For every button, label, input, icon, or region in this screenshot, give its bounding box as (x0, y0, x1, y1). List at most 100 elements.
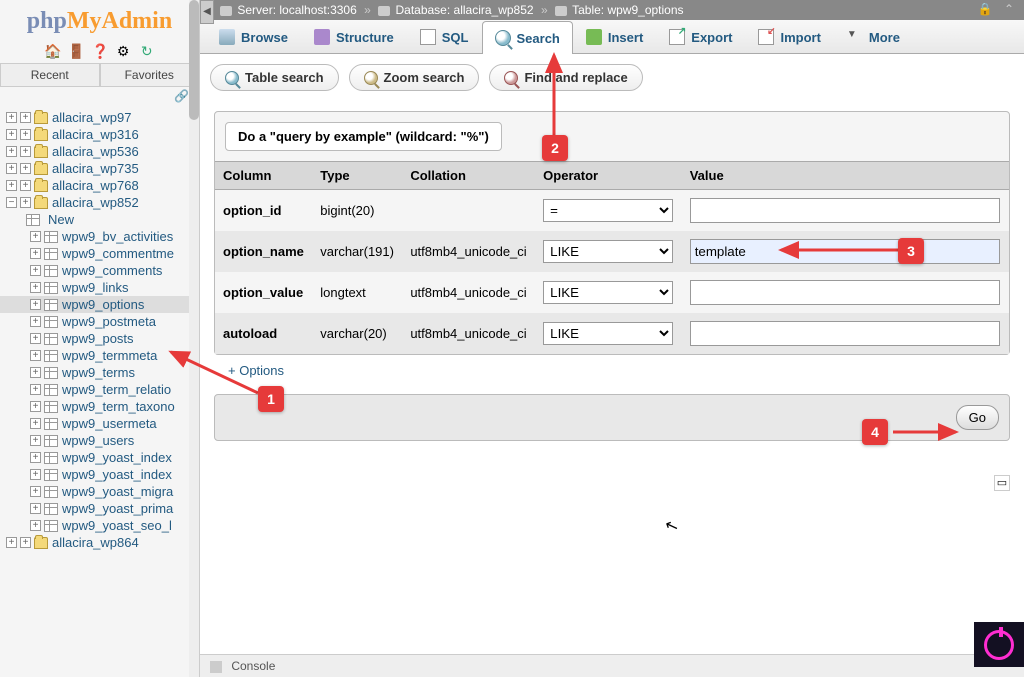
secondary-expand-icon[interactable]: + (20, 146, 31, 157)
expand-icon[interactable]: + (30, 418, 41, 429)
options-toggle[interactable]: + Options (214, 355, 1010, 386)
operator-select[interactable]: = (543, 199, 673, 222)
expand-icon[interactable]: + (30, 333, 41, 344)
table-node-wpw9_users[interactable]: +wpw9_users (0, 432, 199, 449)
table-node-wpw9_bv_activities[interactable]: +wpw9_bv_activities (0, 228, 199, 245)
new-table-link[interactable]: New (0, 211, 199, 228)
expand-icon[interactable]: + (30, 486, 41, 497)
table-node-wpw9_terms[interactable]: +wpw9_terms (0, 364, 199, 381)
secondary-expand-icon[interactable]: + (20, 163, 31, 174)
operator-select[interactable]: LIKE (543, 322, 673, 345)
db-node-allacira_wp536[interactable]: ++allacira_wp536 (0, 143, 199, 160)
subtab-table-search[interactable]: Table search (210, 64, 339, 91)
tab-sql[interactable]: SQL (407, 20, 482, 53)
table-node-wpw9_yoast_seo_l[interactable]: +wpw9_yoast_seo_l (0, 517, 199, 534)
home-icon[interactable]: 🏠 (44, 43, 60, 59)
console-collapse-icon[interactable] (210, 661, 222, 673)
expand-icon[interactable]: + (30, 452, 41, 463)
expand-icon[interactable]: + (30, 384, 41, 395)
db-node-allacira_wp852[interactable]: −+allacira_wp852 (0, 194, 199, 211)
collapse-top-icon[interactable]: ⌃ (1004, 2, 1014, 16)
tab-export[interactable]: Export (656, 20, 745, 53)
table-node-wpw9_postmeta[interactable]: +wpw9_postmeta (0, 313, 199, 330)
expand-icon[interactable]: + (6, 163, 17, 174)
expand-icon[interactable]: + (30, 401, 41, 412)
expand-icon[interactable]: + (30, 350, 41, 361)
settings-icon[interactable]: ⚙ (115, 43, 131, 59)
expand-icon[interactable]: + (30, 248, 41, 259)
expand-icon[interactable]: + (30, 435, 41, 446)
secondary-expand-icon[interactable]: + (20, 112, 31, 123)
table-node-wpw9_comments[interactable]: +wpw9_comments (0, 262, 199, 279)
expand-icon[interactable]: + (6, 112, 17, 123)
expand-icon[interactable]: + (6, 146, 17, 157)
db-node-allacira_wp316[interactable]: ++ allacira_wp316 (0, 126, 199, 143)
value-input[interactable] (690, 280, 1000, 305)
nav-scrollbar[interactable] (189, 0, 199, 677)
expand-icon[interactable]: + (30, 231, 41, 242)
expand-icon[interactable]: + (30, 282, 41, 293)
tab-search[interactable]: Search (482, 21, 573, 54)
table-node-wpw9_term_taxono[interactable]: +wpw9_term_taxono (0, 398, 199, 415)
tab-import[interactable]: Import (745, 20, 833, 53)
docs-icon[interactable]: ❓ (92, 43, 108, 59)
link-icon[interactable]: 🔗 (0, 87, 199, 105)
panel-collapse-handle[interactable]: ◀ (200, 0, 214, 24)
subtab-zoom-search[interactable]: Zoom search (349, 64, 480, 91)
bc-server[interactable]: localhost:3306 (279, 3, 356, 17)
value-input[interactable] (690, 239, 1000, 264)
reload-icon[interactable]: ↻ (139, 43, 155, 59)
expand-icon[interactable]: + (30, 503, 41, 514)
table-node-wpw9_term_relatio[interactable]: +wpw9_term_relatio (0, 381, 199, 398)
bc-table[interactable]: wpw9_options (607, 3, 683, 17)
table-node-wpw9_usermeta[interactable]: +wpw9_usermeta (0, 415, 199, 432)
tab-favorites[interactable]: Favorites (100, 63, 200, 86)
table-node-wpw9_yoast_index[interactable]: +wpw9_yoast_index (0, 449, 199, 466)
expand-icon[interactable]: + (30, 299, 41, 310)
db-label: allacira_wp316 (52, 127, 139, 142)
table-node-wpw9_links[interactable]: +wpw9_links (0, 279, 199, 296)
table-node-wpw9_posts[interactable]: +wpw9_posts (0, 330, 199, 347)
subtab-find-replace[interactable]: Find and replace (489, 64, 642, 91)
tab-recent[interactable]: Recent (0, 63, 100, 86)
expand-icon[interactable]: + (6, 180, 17, 191)
operator-select[interactable]: LIKE (543, 240, 673, 263)
value-input[interactable] (690, 198, 1000, 223)
go-button[interactable]: Go (956, 405, 999, 430)
expand-icon[interactable]: + (30, 520, 41, 531)
console-bar[interactable]: Console (200, 654, 1024, 677)
table-node-wpw9_yoast_prima[interactable]: +wpw9_yoast_prima (0, 500, 199, 517)
table-node-wpw9_termmeta[interactable]: +wpw9_termmeta (0, 347, 199, 364)
tab-structure[interactable]: Structure (301, 20, 407, 53)
db-node-allacira_wp97[interactable]: ++allacira_wp97 (0, 109, 199, 126)
expand-icon[interactable]: + (30, 367, 41, 378)
secondary-expand-icon[interactable]: + (20, 180, 31, 191)
exit-icon[interactable]: 🚪 (68, 43, 84, 59)
secondary-expand-icon[interactable]: + (20, 197, 31, 208)
tab-more[interactable]: ▼More (834, 20, 913, 53)
table-node-wpw9_yoast_index[interactable]: +wpw9_yoast_index (0, 466, 199, 483)
table-node-wpw9_options[interactable]: +wpw9_options (0, 296, 199, 313)
secondary-expand-icon[interactable]: + (20, 129, 31, 140)
bookmark-icon[interactable]: ▭ (994, 475, 1010, 491)
expand-icon[interactable]: + (30, 265, 41, 276)
operator-select[interactable]: LIKE (543, 281, 673, 304)
table-node-wpw9_yoast_migra[interactable]: +wpw9_yoast_migra (0, 483, 199, 500)
tab-insert[interactable]: Insert (573, 20, 656, 53)
expand-icon[interactable]: + (6, 129, 17, 140)
expand-icon[interactable]: + (6, 537, 17, 548)
database-icon (34, 146, 48, 158)
lock-icon[interactable]: 🔒 (978, 2, 993, 16)
expand-icon[interactable]: + (30, 316, 41, 327)
value-input[interactable] (690, 321, 1000, 346)
power-widget[interactable] (974, 622, 1024, 667)
db-node-allacira_wp864[interactable]: ++allacira_wp864 (0, 534, 199, 551)
secondary-expand-icon[interactable]: + (20, 537, 31, 548)
collapse-icon[interactable]: − (6, 197, 17, 208)
tab-browse[interactable]: Browse (206, 20, 301, 53)
db-node-allacira_wp768[interactable]: ++allacira_wp768 (0, 177, 199, 194)
table-node-wpw9_commentme[interactable]: +wpw9_commentme (0, 245, 199, 262)
expand-icon[interactable]: + (30, 469, 41, 480)
bc-database[interactable]: allacira_wp852 (454, 3, 534, 17)
db-node-allacira_wp735[interactable]: ++allacira_wp735 (0, 160, 199, 177)
